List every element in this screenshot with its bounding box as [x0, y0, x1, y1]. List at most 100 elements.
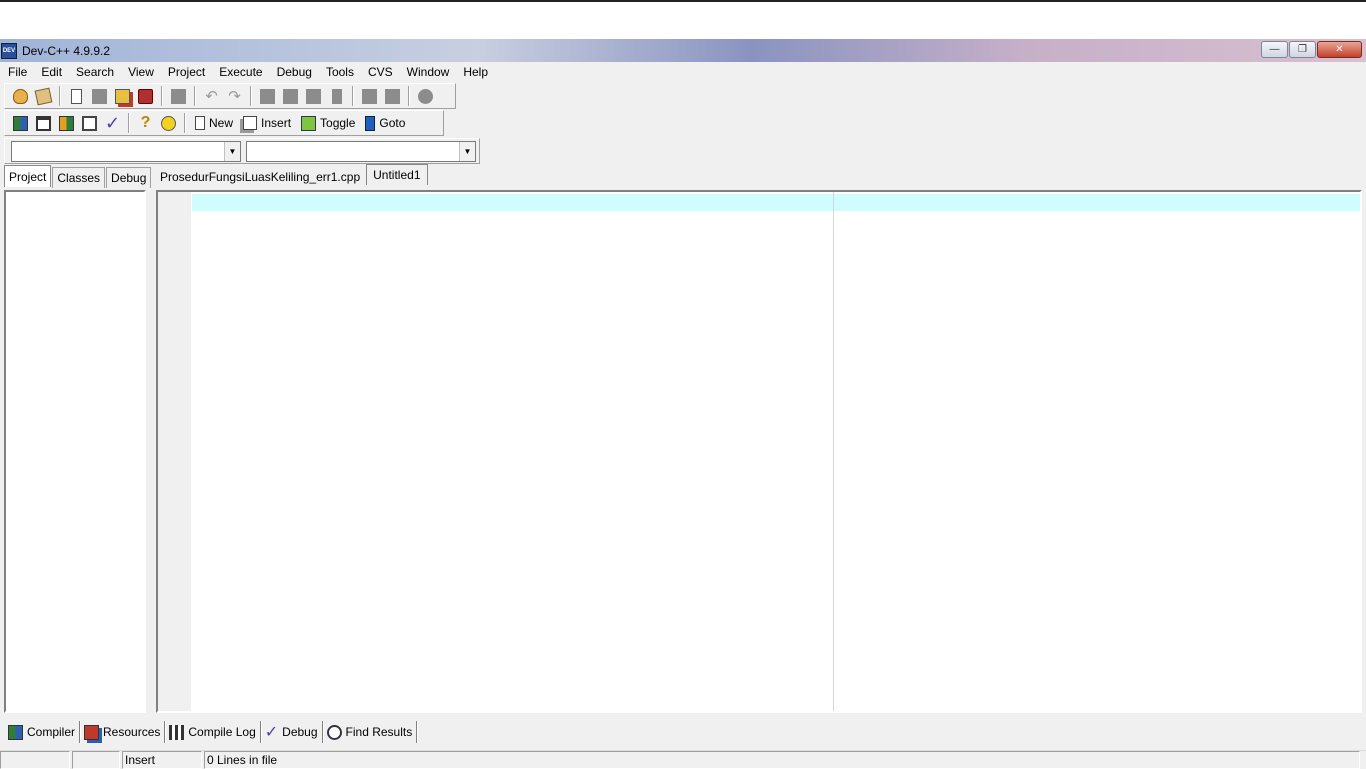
undo-button[interactable]: ↶	[200, 85, 223, 107]
toggle-label: Toggle	[320, 116, 356, 130]
project-tree[interactable]	[4, 190, 146, 713]
rebuild-all-button[interactable]	[78, 112, 101, 134]
menu-project[interactable]: Project	[161, 62, 212, 82]
save-all-button[interactable]	[111, 85, 134, 107]
menu-view[interactable]: View	[121, 62, 161, 82]
tab-compiler[interactable]: Compiler	[4, 721, 81, 743]
current-line-highlight	[192, 194, 1360, 211]
goto-line-icon	[331, 88, 342, 104]
tab-compiler-label: Compiler	[27, 725, 76, 739]
check-icon: ✓	[264, 724, 279, 741]
bottom-panel-tabs: Compiler Resources Compile Log ✓ Debug F…	[4, 721, 418, 743]
window-title: Dev-C++ 4.9.9.2	[22, 43, 111, 58]
toggle-comment-button[interactable]	[414, 85, 437, 107]
find-next-button[interactable]	[302, 85, 325, 107]
help-icon: ?	[140, 114, 151, 131]
status-modified	[72, 751, 120, 769]
save-button[interactable]	[88, 85, 111, 107]
tab-project[interactable]: Project	[4, 165, 52, 187]
menu-search[interactable]: Search	[69, 62, 121, 82]
chevron-down-icon[interactable]: ▼	[224, 141, 240, 161]
toolbar-separator	[250, 86, 252, 106]
new-file-icon	[71, 88, 82, 104]
menu-edit[interactable]: Edit	[34, 62, 69, 82]
toolbar-separator	[352, 86, 354, 106]
print-button[interactable]	[167, 85, 190, 107]
status-bar: Insert 0 Lines in file	[0, 750, 1366, 769]
compile-run-button[interactable]	[55, 112, 78, 134]
unindent-button[interactable]	[358, 85, 381, 107]
compile-button[interactable]	[9, 112, 32, 134]
menu-window[interactable]: Window	[400, 62, 457, 82]
toolbar-separator	[128, 113, 130, 133]
file-tabs: ProsedurFungsiLuasKeliling_err1.cpp Unti…	[154, 164, 428, 188]
debug-check-button[interactable]: ✓	[101, 112, 124, 134]
status-cursor-pos	[0, 751, 70, 769]
resources-icon	[84, 724, 100, 740]
menu-debug[interactable]: Debug	[270, 62, 319, 82]
compile-toolbar: ✓ ? New Insert Toggle Goto	[4, 110, 444, 136]
menu-tools[interactable]: Tools	[319, 62, 361, 82]
menu-execute[interactable]: Execute	[212, 62, 269, 82]
class-combo[interactable]: ▼	[11, 140, 241, 162]
goto-line-button[interactable]	[325, 85, 348, 107]
redo-button[interactable]: ↷	[223, 85, 246, 107]
bookmark-goto-icon	[365, 115, 376, 131]
menu-help[interactable]: Help	[456, 62, 495, 82]
open-project-button[interactable]	[9, 85, 32, 107]
new-class-button[interactable]: New	[190, 112, 238, 134]
tab-debug[interactable]: Debug	[106, 167, 152, 188]
unindent-icon	[362, 88, 377, 104]
insert-button[interactable]: Insert	[238, 112, 296, 134]
restore-button[interactable]: ❐	[1289, 41, 1316, 58]
compile-icon	[13, 115, 28, 131]
panel-splitter[interactable]	[148, 167, 154, 715]
print-icon	[171, 88, 186, 104]
save-all-icon	[115, 88, 130, 104]
tab-file-untitled1[interactable]: Untitled1	[366, 164, 428, 185]
replace-button[interactable]	[279, 85, 302, 107]
open-project-icon	[13, 88, 28, 104]
tab-classes[interactable]: Classes	[52, 167, 106, 188]
find-button[interactable]	[256, 85, 279, 107]
close-file-button[interactable]	[134, 85, 157, 107]
menu-cvs[interactable]: CVS	[361, 62, 400, 82]
about-button[interactable]	[157, 112, 180, 134]
tab-resources[interactable]: Resources	[80, 721, 166, 743]
toolbar-separator	[184, 113, 186, 133]
toolbar-separator	[408, 86, 410, 106]
tab-find-results[interactable]: Find Results	[323, 721, 418, 743]
toggle-bookmark-button[interactable]: Toggle	[296, 112, 360, 134]
run-icon	[36, 115, 51, 131]
help-button[interactable]: ?	[134, 112, 157, 134]
minimize-button[interactable]: —	[1261, 41, 1288, 58]
smiley-icon	[161, 115, 176, 131]
tab-debug-output[interactable]: ✓ Debug	[261, 721, 323, 743]
close-button[interactable]: ✕	[1317, 41, 1362, 58]
compile-run-icon	[59, 115, 74, 131]
tab-debug-label: Debug	[282, 725, 318, 739]
member-combo[interactable]: ▼	[246, 140, 476, 162]
class-browser-bar: ▼ ▼	[4, 138, 480, 164]
toolbar-separator	[161, 86, 163, 106]
tab-file-prosedur[interactable]: ProsedurFungsiLuasKeliling_err1.cpp	[154, 166, 366, 188]
tab-compile-log[interactable]: Compile Log	[165, 721, 261, 743]
run-button[interactable]	[32, 112, 55, 134]
right-margin-line	[833, 192, 834, 711]
open-file-icon	[34, 87, 53, 105]
chevron-down-icon[interactable]: ▼	[459, 141, 475, 161]
goto-label: Goto	[379, 116, 406, 130]
tab-compile-log-label: Compile Log	[188, 725, 256, 739]
menu-file[interactable]: File	[1, 62, 34, 82]
new-file-button[interactable]	[65, 85, 88, 107]
toolbar-separator	[194, 86, 196, 106]
devcpp-app-icon[interactable]: DEV	[1, 42, 17, 59]
goto-bookmark-button[interactable]: Goto	[360, 112, 410, 134]
open-file-button[interactable]	[32, 85, 55, 107]
title-bar[interactable]: DEV Dev-C++ 4.9.9.2 — ❐ ✕	[0, 39, 1366, 62]
menu-bar: File Edit Search View Project Execute De…	[0, 62, 1366, 82]
code-editor[interactable]	[156, 190, 1362, 713]
indent-button[interactable]	[381, 85, 404, 107]
replace-icon	[283, 88, 298, 104]
redo-icon: ↷	[228, 88, 241, 105]
